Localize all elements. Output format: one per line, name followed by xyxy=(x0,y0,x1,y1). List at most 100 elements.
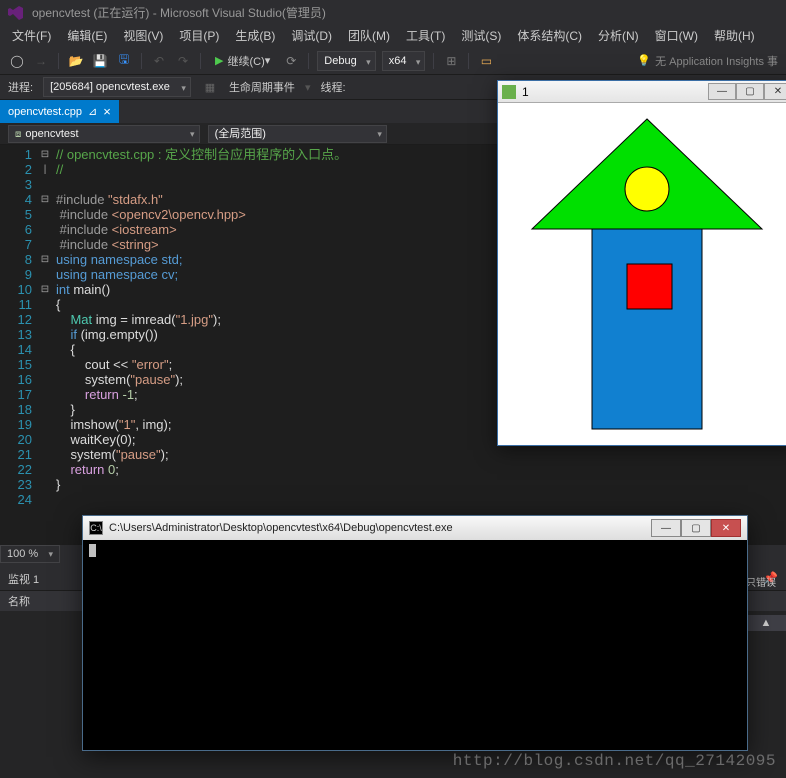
console-window[interactable]: C:\ C:\Users\Administrator\Desktop\openc… xyxy=(82,515,748,751)
lifecycle-label: 生命周期事件 xyxy=(229,79,295,95)
lightbulb-icon: 💡 xyxy=(637,54,651,67)
close-tab-icon[interactable]: × xyxy=(103,104,111,119)
code-l21a: system( xyxy=(70,447,116,462)
menu-analyze[interactable]: 分析(N) xyxy=(590,25,647,47)
code-body[interactable]: // opencvtest.cpp : 定义控制台应用程序的入口点。 // #i… xyxy=(52,145,347,545)
code-l17b: -1 xyxy=(122,387,134,402)
code-l5b: <opencv2\opencv.hpp> xyxy=(112,207,246,222)
code-l16b: "pause" xyxy=(130,372,175,387)
maximize-button[interactable]: ▢ xyxy=(681,519,711,537)
code-l19a: imshow( xyxy=(70,417,118,432)
function-scope-dropdown[interactable]: (全局范围) xyxy=(208,125,387,143)
code-l22a: return xyxy=(70,462,108,477)
watch-title: 监视 1 xyxy=(8,571,39,587)
tab-filename: opencvtest.cpp xyxy=(8,106,82,118)
code-l11: { xyxy=(56,297,60,312)
zoom-dropdown[interactable]: 100 % xyxy=(0,545,60,563)
image-window-body xyxy=(498,103,786,445)
menu-test[interactable]: 测试(S) xyxy=(453,25,509,47)
code-l10a: int xyxy=(56,282,73,297)
code-l16a: system( xyxy=(85,372,131,387)
platform-dropdown[interactable]: x64 xyxy=(382,51,426,71)
menu-architecture[interactable]: 体系结构(C) xyxy=(509,25,590,47)
code-l17c: ; xyxy=(134,387,138,402)
console-titlebar[interactable]: C:\ C:\Users\Administrator\Desktop\openc… xyxy=(83,516,747,540)
menu-build[interactable]: 生成(B) xyxy=(227,25,283,47)
menu-window[interactable]: 窗口(W) xyxy=(647,25,706,47)
refresh-icon[interactable]: ⟳ xyxy=(282,52,300,70)
nav-back-icon[interactable]: ◯ xyxy=(8,52,26,70)
error-filter-label[interactable]: 只错误 xyxy=(746,574,786,589)
thread-label: 线程: xyxy=(320,79,345,95)
code-l1: // opencvtest.cpp : 定义控制台应用程序的入口点。 xyxy=(56,147,347,162)
code-l15c: ; xyxy=(169,357,173,372)
image-window-title: 1 xyxy=(522,85,529,99)
menu-view[interactable]: 视图(V) xyxy=(115,25,171,47)
close-button[interactable]: ✕ xyxy=(711,519,741,537)
line-gutter: 123456789101112131415161718192021222324 xyxy=(0,145,38,545)
zoom-value: 100 % xyxy=(7,548,38,560)
menu-file[interactable]: 文件(F) xyxy=(4,25,59,47)
watermark: http://blog.csdn.net/qq_27142095 xyxy=(453,752,776,770)
code-l23: } xyxy=(56,477,60,492)
code-l13a: if xyxy=(70,327,80,342)
code-l8: using namespace std; xyxy=(56,252,182,267)
code-l16c: ); xyxy=(175,372,183,387)
code-l17a: return xyxy=(85,387,123,402)
image-window-titlebar[interactable]: 1 — ▢ ✕ xyxy=(498,81,786,103)
window-titlebar: opencvtest (正在运行) - Microsoft Visual Stu… xyxy=(0,0,786,25)
vs-logo-icon xyxy=(8,5,24,21)
menu-help[interactable]: 帮助(H) xyxy=(706,25,763,47)
console-title: C:\Users\Administrator\Desktop\opencvtes… xyxy=(109,522,453,534)
tab-opencvtest-cpp[interactable]: opencvtest.cpp ⊿ × xyxy=(0,100,119,123)
layer-icon[interactable]: ▭ xyxy=(477,52,495,70)
separator xyxy=(141,53,142,69)
code-l12c: "1.jpg" xyxy=(176,312,213,327)
redo-icon[interactable]: ↷ xyxy=(174,52,192,70)
watch-col-name: 名称 xyxy=(8,596,30,608)
windows-icon[interactable]: ⊞ xyxy=(442,52,460,70)
right-strip: 只错误 ▲ xyxy=(746,568,786,631)
menu-debug[interactable]: 调试(D) xyxy=(283,25,340,47)
open-file-icon[interactable]: 📂 xyxy=(67,52,85,70)
project-scope-dropdown[interactable]: ⧈ opencvtest xyxy=(8,125,200,143)
menu-team[interactable]: 团队(M) xyxy=(340,25,398,47)
close-button[interactable]: ✕ xyxy=(764,83,786,100)
separator xyxy=(468,53,469,69)
undo-icon[interactable]: ↶ xyxy=(150,52,168,70)
code-l15b: "error" xyxy=(132,357,169,372)
continue-button[interactable]: ▶继续(C) ▾ xyxy=(209,52,276,70)
minimize-button[interactable]: — xyxy=(708,83,736,100)
menu-project[interactable]: 项目(P) xyxy=(171,25,227,47)
cube-icon: ⧈ xyxy=(15,129,21,140)
opencv-image-window[interactable]: 1 — ▢ ✕ xyxy=(497,80,786,446)
code-l12d: ); xyxy=(213,312,221,327)
collapse-up-icon[interactable]: ▲ xyxy=(746,615,786,631)
process-dropdown[interactable]: [205684] opencvtest.exe xyxy=(43,77,191,97)
minimize-button[interactable]: — xyxy=(651,519,681,537)
code-l7b: <string> xyxy=(112,237,159,252)
insights-label: 无 Application Insights 事 xyxy=(655,53,778,69)
pin-icon[interactable]: ⊿ xyxy=(88,105,97,118)
menubar: 文件(F) 编辑(E) 视图(V) 项目(P) 生成(B) 调试(D) 团队(M… xyxy=(0,25,786,47)
scope1-label: opencvtest xyxy=(25,128,78,140)
save-icon[interactable]: 💾 xyxy=(91,52,109,70)
lifecycle-icon[interactable]: ▦ xyxy=(201,78,219,96)
separator xyxy=(433,53,434,69)
save-all-icon[interactable]: 🖫 xyxy=(115,52,133,70)
maximize-button[interactable]: ▢ xyxy=(736,83,764,100)
fold-gutter: ⊟|⊟⊟⊟ xyxy=(38,145,52,545)
code-l4b: "stdafx.h" xyxy=(108,192,163,207)
app-insights[interactable]: 💡 无 Application Insights 事 xyxy=(637,53,778,69)
menu-tools[interactable]: 工具(T) xyxy=(398,25,453,47)
console-body[interactable] xyxy=(83,540,747,750)
config-dropdown[interactable]: Debug xyxy=(317,51,375,71)
cmd-icon: C:\ xyxy=(89,521,103,535)
menu-edit[interactable]: 编辑(E) xyxy=(59,25,115,47)
nav-fwd-icon[interactable]: → xyxy=(32,52,50,70)
separator xyxy=(308,53,309,69)
code-l21c: ); xyxy=(161,447,169,462)
code-l12b: img = imread( xyxy=(96,312,176,327)
code-l19b: "1" xyxy=(119,417,135,432)
window-title: opencvtest (正在运行) - Microsoft Visual Stu… xyxy=(32,4,326,21)
